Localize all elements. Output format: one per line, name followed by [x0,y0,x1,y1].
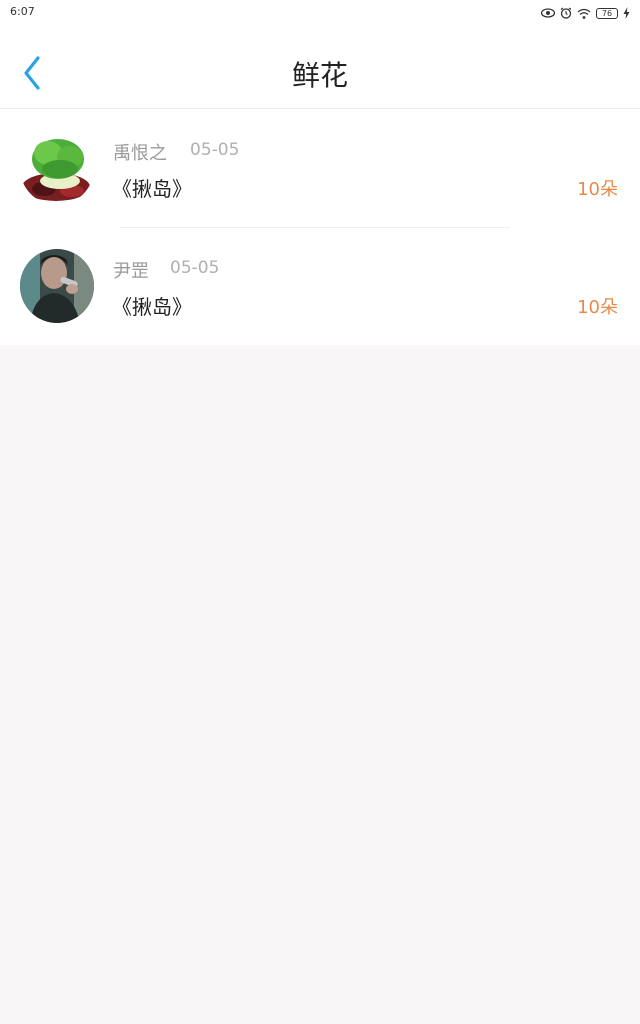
list-item[interactable]: 尹罡 05-05 《揪岛》 10朵 [0,227,640,345]
page-title: 鲜花 [291,59,348,92]
send-date: 05-05 [170,258,220,278]
alarm-icon [560,7,572,19]
status-time: 6:07 [10,5,35,18]
gift-list: 禹恨之 05-05 《揪岛》 10朵 尹罡 05-05 《揪岛》 10朵 [0,109,640,345]
status-icons: 76 [541,6,630,20]
header: 鲜花 [0,26,640,109]
eye-icon [541,8,555,18]
flower-amount: 10朵 [577,297,618,318]
lettuce-avatar[interactable] [20,131,94,205]
charging-icon [623,7,630,19]
item-title: 《揪岛》 [112,177,192,201]
status-bar: 6:07 76 [0,0,640,26]
battery-icon: 76 [596,7,618,19]
send-date: 05-05 [190,140,240,160]
sender-name: 尹罡 [113,261,149,282]
singer-avatar[interactable] [20,249,94,323]
flower-amount: 10朵 [577,179,618,200]
sender-name: 禹恨之 [113,143,167,164]
list-item[interactable]: 禹恨之 05-05 《揪岛》 10朵 [0,109,640,228]
item-title: 《揪岛》 [112,295,192,319]
wifi-icon [577,8,591,19]
